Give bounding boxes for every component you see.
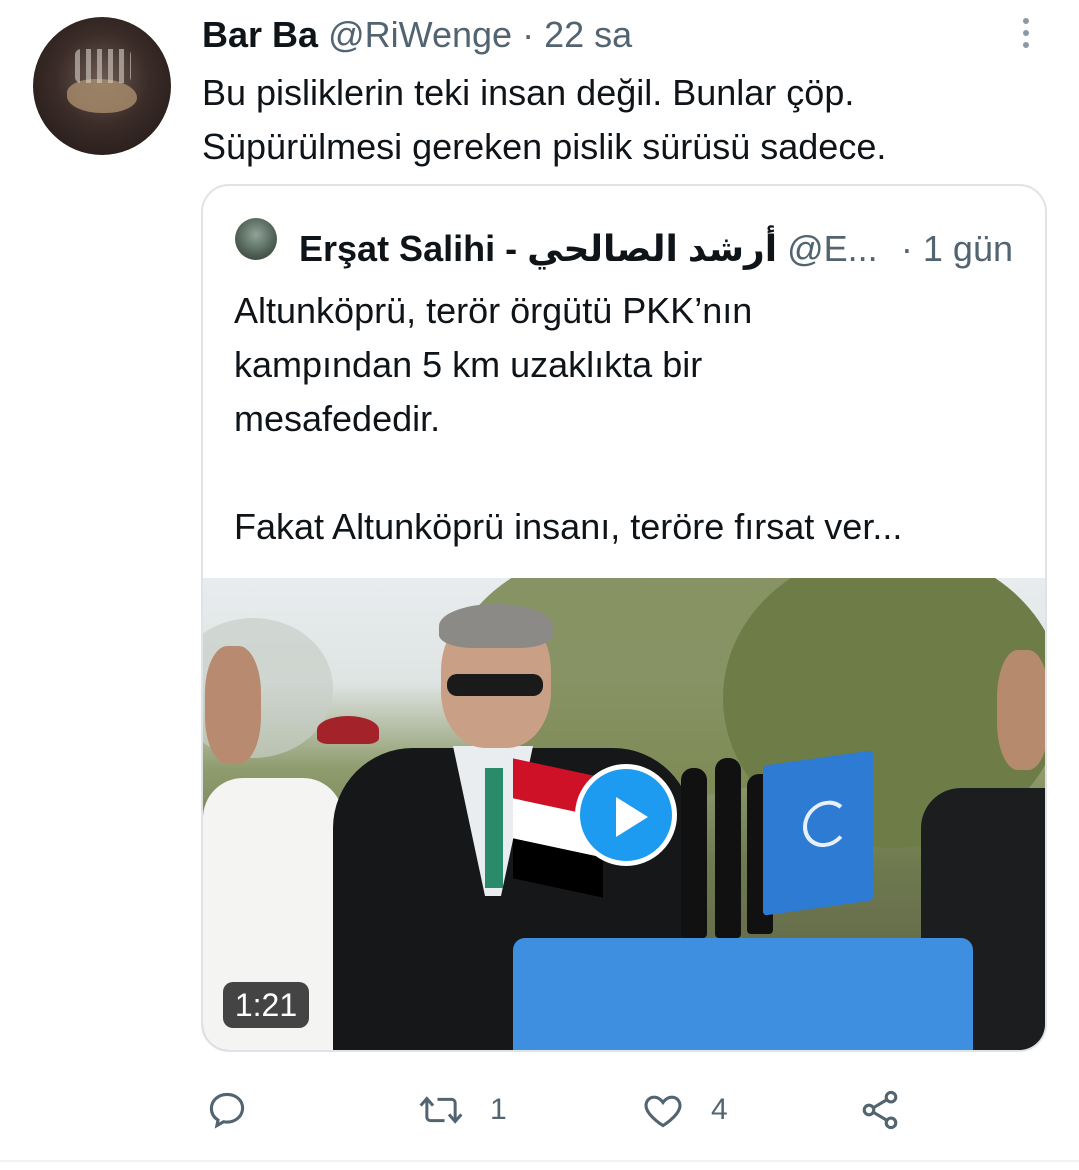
tweet-header: Bar Ba @RiWenge · 22 sa	[202, 14, 632, 56]
video-player[interactable]: 1:21	[203, 578, 1045, 1050]
quoted-text: Altunköprü, terör örgütü PKK’nın kampınd…	[234, 284, 902, 554]
tweet-time[interactable]: 22 sa	[544, 14, 632, 55]
share-icon	[862, 1090, 898, 1130]
thumbnail-flag	[763, 750, 873, 916]
reply-icon	[209, 1092, 245, 1129]
thumbnail-speaker	[439, 604, 553, 648]
author-avatar[interactable]	[33, 17, 171, 155]
thumbnail-speaker	[485, 768, 503, 888]
author-name[interactable]: Bar Ba	[202, 14, 318, 55]
avatar-figures	[75, 49, 131, 83]
more-vertical-icon[interactable]	[1018, 18, 1034, 52]
like-count: 4	[711, 1093, 728, 1126]
tweet-text-line: Bu pisliklerin teki insan değil. Bunlar …	[202, 72, 855, 113]
tweet-text: Bu pisliklerin teki insan değil. Bunlar …	[202, 66, 886, 174]
retweet-icon	[419, 1096, 463, 1124]
quoted-author-avatar	[235, 218, 277, 260]
avatar-map-shape	[67, 79, 137, 113]
like-button[interactable]: 4	[641, 1082, 728, 1138]
thumbnail-person	[317, 716, 379, 744]
header-separator: ·	[522, 14, 535, 55]
heart-icon	[644, 1095, 682, 1128]
play-icon[interactable]	[575, 764, 677, 866]
thumbnail-speaker	[447, 674, 543, 696]
retweet-button[interactable]: 1	[418, 1082, 507, 1138]
tweet-text-line: Süpürülmesi gereken pislik sürüsü sadece…	[202, 126, 887, 167]
share-button[interactable]	[858, 1082, 902, 1138]
thumbnail-microphones	[663, 758, 773, 948]
quoted-text-line: kampından 5 km uzaklıkta bir	[234, 344, 703, 385]
quoted-text-line	[234, 446, 902, 500]
quoted-author-handle: @E...	[787, 228, 878, 269]
bottom-divider	[0, 1160, 1079, 1162]
quoted-header: Erşat Salihi - أرشد الصالحي @E...	[299, 228, 878, 270]
quoted-text-line: Fakat Altunköprü insanı, teröre fırsat v…	[234, 506, 903, 547]
retweet-count: 1	[490, 1093, 507, 1126]
video-duration: 1:21	[223, 982, 309, 1028]
quoted-time: · 1 gün	[900, 228, 1013, 269]
tweet-actions: 1 4	[0, 1082, 1079, 1138]
quoted-author-name: Erşat Salihi - أرشد الصالحي	[299, 228, 778, 269]
quoted-text-line: Altunköprü, terör örgütü PKK’nın	[234, 290, 753, 331]
thumbnail-person	[997, 650, 1045, 770]
author-handle[interactable]: @RiWenge	[328, 14, 512, 55]
quoted-text-line: mesafededir.	[234, 398, 441, 439]
thumbnail-podium	[513, 938, 973, 1050]
quoted-tweet-card[interactable]: Erşat Salihi - أرشد الصالحي @E... · 1 gü…	[201, 184, 1047, 1052]
thumbnail-person	[205, 646, 261, 764]
reply-button[interactable]	[205, 1082, 249, 1138]
